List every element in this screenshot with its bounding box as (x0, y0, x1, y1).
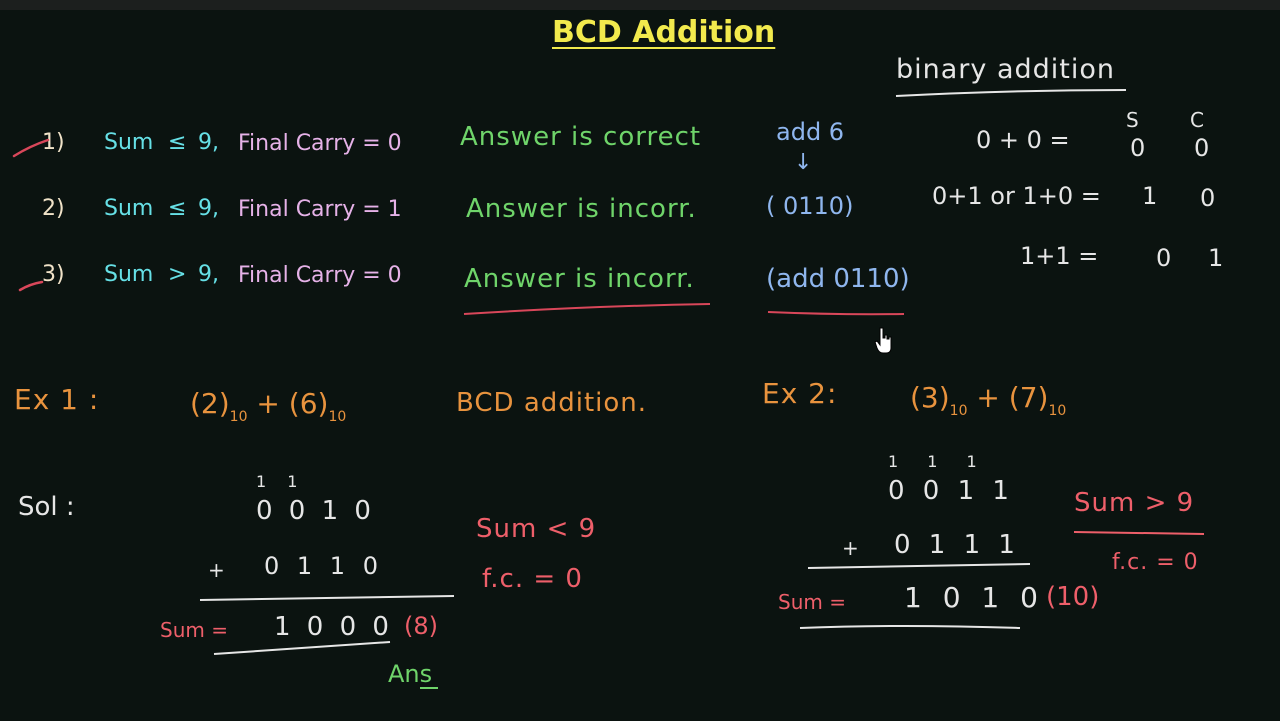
example-2-sum-line (807, 563, 1031, 569)
rule-3-nine: 9, (198, 262, 219, 287)
example-1-bottom-operand: 0 1 1 0 (264, 552, 383, 580)
example-2-sum: 1 0 1 0 (904, 581, 1044, 614)
example-2-bottom-operand: 0 1 1 1 (894, 530, 1020, 560)
example-2-top-operand: 0 0 1 1 (888, 476, 1014, 506)
rule-2-nine: 9, (198, 196, 219, 221)
example-2-expression: (3)10 + (7)10 (910, 381, 1067, 419)
rule-3-number: 3) (42, 262, 65, 287)
binary-row-1-expr: 0 + 0 = (976, 126, 1070, 154)
example-2-note-carry: f.c. = 0 (1112, 550, 1199, 575)
rule-3-carry: Final Carry = 0 (238, 263, 402, 288)
underline-rule-3-result (463, 303, 711, 315)
answer-label: Ans (388, 660, 433, 688)
binary-row-1-sum: 0 (1130, 134, 1146, 162)
page-title: BCD Addition (552, 15, 776, 50)
example-1-sum-label: Sum = (160, 618, 228, 642)
example-1-sum-line (199, 595, 455, 601)
binary-row-1-carry: 0 (1194, 134, 1210, 162)
binary-header-s: S (1126, 108, 1139, 132)
pen-strokes (12, 89, 1205, 689)
binary-row-2-sum: 1 (1142, 182, 1158, 210)
hand-cursor-icon (874, 327, 892, 354)
rule-1-number: 1) (42, 130, 65, 155)
solution-label: Sol : (18, 492, 75, 522)
top-bar (0, 0, 1280, 10)
example-1-sum-decimal: (8) (404, 612, 438, 640)
rule-3-sum-label: Sum (104, 262, 154, 287)
bcd-six-code: ( 0110) (766, 192, 854, 220)
example-1-note-sum: Sum < 9 (476, 514, 597, 544)
example-2-label: Ex 2: (762, 377, 838, 410)
binary-row-2-carry: 0 (1200, 184, 1216, 212)
add-correction-code: (add 0110) (766, 264, 910, 294)
binary-header-c: C (1190, 108, 1204, 132)
rule-2-carry: Final Carry = 1 (238, 197, 402, 222)
rule-1-op: ≤ (168, 130, 187, 155)
tick-mark-rule-3 (18, 280, 44, 292)
rule-1-result: Answer is correct (460, 122, 702, 152)
rule-1-sum-label: Sum (104, 130, 154, 155)
example-1-description: BCD addition. (456, 388, 648, 418)
example-1-carries: 1 1 (256, 472, 306, 491)
example-1-label: Ex 1 : (14, 383, 100, 416)
underline-add-correction (767, 311, 905, 316)
example-1-sum-underline (213, 641, 391, 655)
underline-binary-title (895, 89, 1127, 97)
example-2-sum-underline (799, 625, 1021, 629)
add-six-label: add 6 (776, 118, 845, 146)
rule-1-nine: 9, (198, 130, 219, 155)
rule-2-op: ≤ (168, 196, 187, 221)
rule-2-number: 2) (42, 196, 65, 221)
rule-3-op: > (168, 262, 187, 287)
example-1-top-operand: 0 0 1 0 (256, 496, 375, 526)
example-2-carries: 1 1 1 (888, 452, 989, 471)
example-1-sum: 1 0 0 0 (274, 612, 393, 642)
rule-3-result: Answer is incorr. (464, 264, 695, 294)
down-arrow-icon: ↓ (794, 150, 813, 175)
binary-row-3-sum: 0 (1156, 244, 1172, 272)
binary-row-3-carry: 1 (1208, 244, 1224, 272)
example-1-plus-sign: + (208, 558, 225, 582)
binary-row-3-expr: 1+1 = (1020, 242, 1099, 270)
example-2-note-underline (1073, 531, 1205, 535)
rule-2-result: Answer is incorr. (466, 194, 697, 224)
binary-row-2-expr: 0+1 or 1+0 = (932, 182, 1101, 210)
example-2-plus-sign: + (842, 536, 859, 560)
rule-2-sum-label: Sum (104, 196, 154, 221)
example-1-expression: (2)10 + (6)10 (190, 387, 347, 425)
example-2-sum-decimal: (10) (1046, 582, 1100, 612)
example-2-note-sum: Sum > 9 (1074, 488, 1195, 518)
example-2-sum-label: Sum = (778, 590, 846, 614)
binary-addition-title: binary addition (896, 54, 1116, 85)
example-1-note-carry: f.c. = 0 (482, 564, 583, 594)
rule-1-carry: Final Carry = 0 (238, 131, 402, 156)
